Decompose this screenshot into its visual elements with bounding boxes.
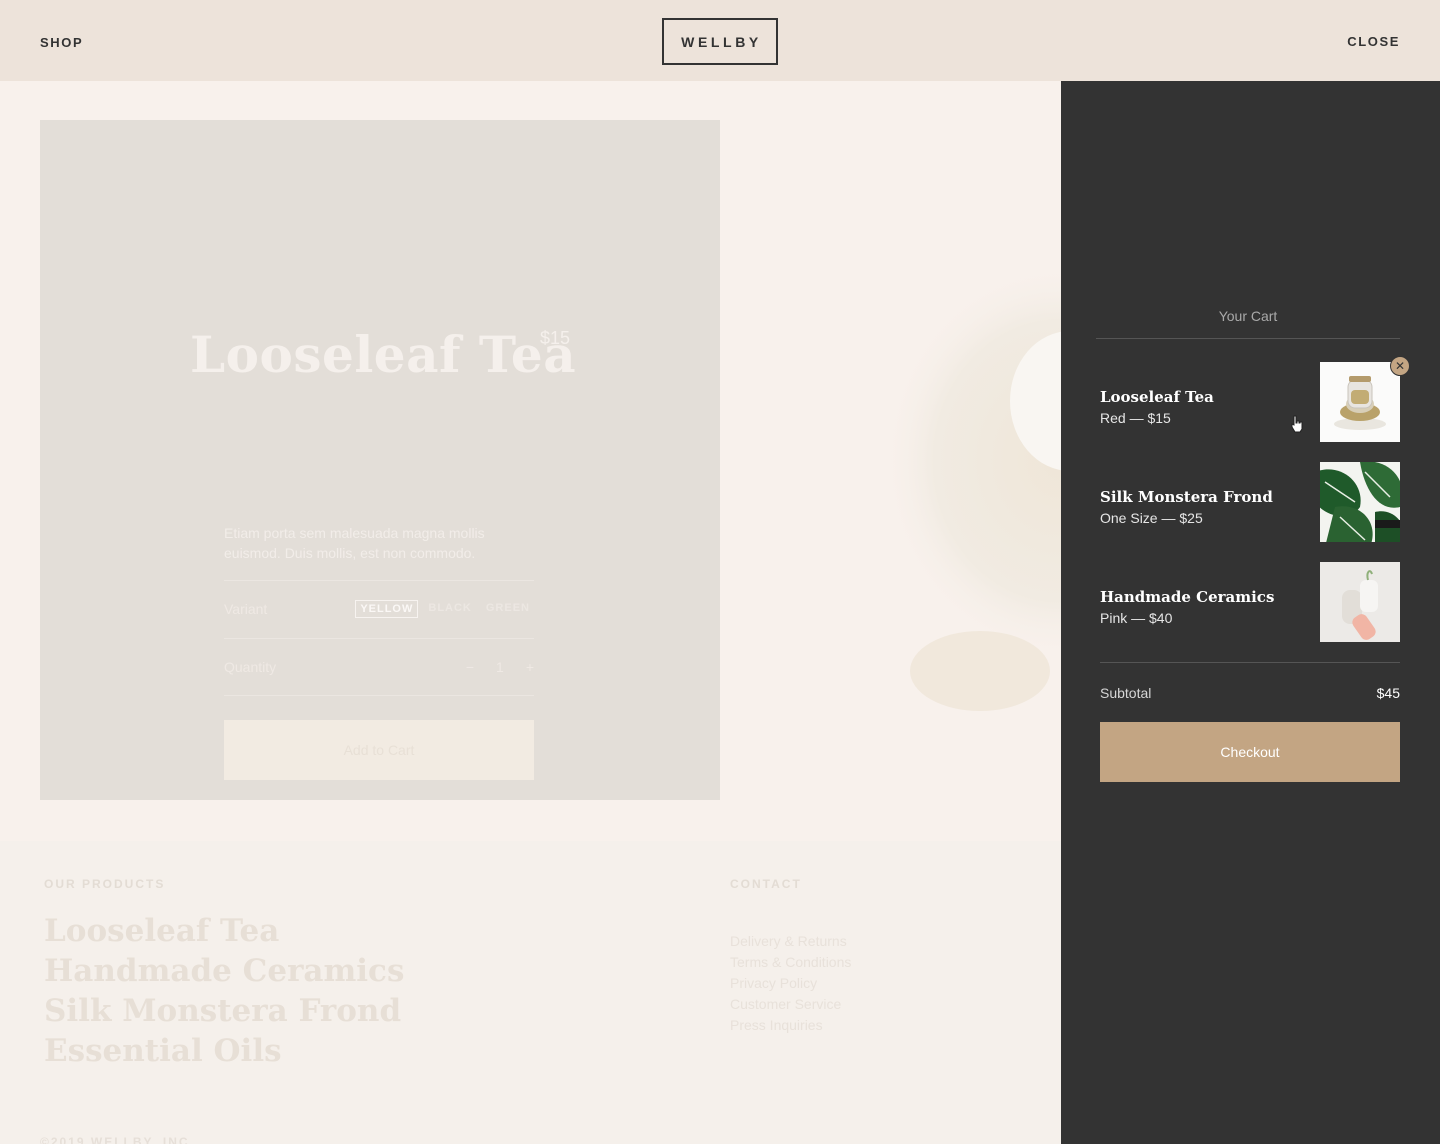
variant-option-yellow[interactable]: YELLOW bbox=[355, 600, 419, 618]
variant-selector: YELLOW BLACK GREEN bbox=[355, 600, 534, 618]
cart-item-name: Silk Monstera Frond bbox=[1100, 488, 1273, 506]
footer-copyright: ©2019 WELLBY, INC. bbox=[40, 1135, 195, 1144]
variant-option-green[interactable]: GREEN bbox=[482, 600, 534, 618]
tea-jar-thumbnail bbox=[1320, 362, 1400, 442]
monstera-leaves-thumbnail bbox=[1320, 462, 1400, 542]
footer-contact-link[interactable]: Customer Service bbox=[730, 994, 851, 1015]
cart-item: Silk Monstera Frond One Size — $25 bbox=[1100, 462, 1400, 542]
footer-products-heading: OUR PRODUCTS bbox=[44, 877, 166, 891]
add-to-cart-button[interactable]: Add to Cart bbox=[224, 720, 534, 780]
close-icon: ✕ bbox=[1394, 359, 1406, 373]
hand-cursor-icon bbox=[1291, 415, 1303, 433]
site-logo[interactable]: WELLBY bbox=[662, 18, 778, 65]
checkout-button[interactable]: Checkout bbox=[1100, 722, 1400, 782]
quantity-decrement-button[interactable]: − bbox=[466, 659, 474, 675]
cart-item-meta: One Size — $25 bbox=[1100, 510, 1203, 526]
quantity-stepper: − 1 + bbox=[466, 659, 534, 675]
cart-item-name: Handmade Ceramics bbox=[1100, 588, 1275, 606]
footer-products-list: Looseleaf Tea Handmade Ceramics Silk Mon… bbox=[44, 911, 404, 1071]
product-price: $15 bbox=[540, 328, 571, 348]
remove-item-button[interactable]: ✕ bbox=[1390, 356, 1410, 376]
quantity-label: Quantity bbox=[224, 659, 277, 675]
cart-item-meta: Pink — $40 bbox=[1100, 610, 1173, 626]
product-description: Etiam porta sem malesuada magna mollis e… bbox=[224, 525, 485, 561]
ceramic-vases-thumbnail bbox=[1320, 562, 1400, 642]
product-page: Looseleaf Tea $15 Etiam porta sem malesu… bbox=[0, 81, 1061, 1144]
footer-product-link[interactable]: Silk Monstera Frond bbox=[44, 991, 404, 1031]
cart-divider bbox=[1100, 662, 1400, 663]
product-card: Looseleaf Tea $15 Etiam porta sem malesu… bbox=[40, 120, 720, 800]
quantity-row: Quantity − 1 + bbox=[224, 638, 534, 696]
footer-product-link[interactable]: Essential Oils bbox=[44, 1031, 404, 1071]
footer-contact-heading: CONTACT bbox=[730, 877, 802, 891]
variant-row: Variant YELLOW BLACK GREEN bbox=[224, 580, 534, 638]
footer-contact-link[interactable]: Privacy Policy bbox=[730, 973, 851, 994]
footer-product-link[interactable]: Handmade Ceramics bbox=[44, 951, 404, 991]
variant-label: Variant bbox=[224, 601, 268, 617]
cart-item-name: Looseleaf Tea bbox=[1100, 388, 1214, 406]
shop-link[interactable]: SHOP bbox=[40, 35, 83, 50]
quantity-increment-button[interactable]: + bbox=[526, 659, 534, 675]
footer-contact-links: Delivery & Returns Terms & Conditions Pr… bbox=[730, 931, 851, 1036]
subtotal-label: Subtotal bbox=[1100, 685, 1152, 701]
subtotal-value: $45 bbox=[1376, 685, 1400, 701]
tea-product-image bbox=[880, 261, 1061, 711]
footer-contact-link[interactable]: Delivery & Returns bbox=[730, 931, 851, 952]
site-footer: OUR PRODUCTS Looseleaf Tea Handmade Cera… bbox=[0, 841, 1061, 1144]
footer-contact-link[interactable]: Press Inquiries bbox=[730, 1015, 851, 1036]
site-header: SHOP WELLBY CLOSE bbox=[0, 0, 1440, 81]
close-cart-button[interactable]: CLOSE bbox=[1347, 34, 1400, 49]
footer-product-link[interactable]: Looseleaf Tea bbox=[44, 911, 404, 951]
cart-item: Handmade Ceramics Pink — $40 bbox=[1100, 562, 1400, 642]
variant-option-black[interactable]: BLACK bbox=[424, 600, 476, 618]
product-title: Looseleaf Tea bbox=[190, 325, 577, 384]
cart-drawer: Your Cart Looseleaf Tea Red — $15 ✕ Silk… bbox=[1061, 81, 1440, 1144]
cart-item-meta: Red — $15 bbox=[1100, 410, 1171, 426]
cart-title: Your Cart bbox=[1096, 308, 1400, 339]
cart-item: Looseleaf Tea Red — $15 ✕ bbox=[1100, 356, 1410, 442]
quantity-value: 1 bbox=[496, 659, 504, 675]
footer-contact-link[interactable]: Terms & Conditions bbox=[730, 952, 851, 973]
